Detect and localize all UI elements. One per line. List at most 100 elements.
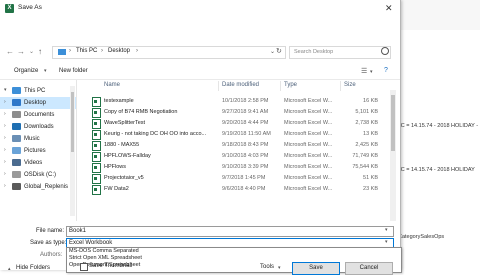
file-type: Microsoft Excel W...: [284, 175, 333, 181]
sidebar-item-downloads[interactable]: › Downloads: [0, 121, 76, 133]
expand-chevron-icon[interactable]: ›: [4, 135, 6, 141]
close-icon[interactable]: ✕: [385, 3, 393, 14]
file-size: 75,544 KB: [352, 164, 378, 170]
column-divider[interactable]: [218, 81, 219, 91]
file-date: 9/6/2018 4:40 PM: [222, 186, 266, 192]
column-header-size[interactable]: Size: [344, 82, 356, 88]
address-segment-this-pc[interactable]: This PC: [76, 48, 97, 54]
hide-folders-chevron-icon[interactable]: ▴: [8, 266, 11, 272]
expand-chevron-icon[interactable]: ▾: [4, 87, 7, 93]
expand-chevron-icon[interactable]: ›: [4, 123, 6, 129]
excel-file-icon: [92, 141, 101, 151]
documents-icon: [12, 111, 21, 118]
authors-label: Authors:: [40, 252, 63, 258]
column-header-type[interactable]: Type: [284, 82, 297, 88]
address-segment-desktop[interactable]: Desktop: [108, 48, 130, 54]
expand-chevron-icon[interactable]: ›: [4, 111, 6, 117]
file-name: FW Data2: [104, 186, 129, 192]
sidebar-item-label: Downloads: [24, 124, 54, 130]
expand-chevron-icon[interactable]: ›: [4, 183, 6, 189]
file-name-value[interactable]: Book1: [69, 228, 86, 234]
column-header-date[interactable]: Date modified: [222, 82, 259, 88]
sidebar-item-label: Music: [24, 136, 40, 142]
hide-folders-button[interactable]: Hide Folders: [16, 265, 50, 271]
file-size: 2,425 KB: [355, 142, 378, 148]
column-header-name[interactable]: Name: [104, 82, 120, 88]
search-icon: [381, 47, 389, 55]
address-dropdown-icon[interactable]: ⌄: [270, 48, 275, 55]
sidebar-item-label: This PC: [24, 88, 46, 94]
view-chevron-icon[interactable]: ▾: [370, 69, 373, 75]
column-divider[interactable]: [340, 81, 341, 91]
expand-chevron-icon[interactable]: ›: [4, 159, 6, 165]
view-options-icon[interactable]: ☰: [361, 67, 367, 75]
sidebar-item-music[interactable]: › Music: [0, 133, 76, 145]
file-date: 9/10/2018 3:39 PM: [222, 164, 269, 170]
sidebar-item-desktop[interactable]: › Desktop: [0, 97, 76, 109]
file-name-label: File name:: [36, 228, 65, 234]
sidebar-item-label: Videos: [24, 160, 43, 166]
expand-chevron-icon[interactable]: ›: [4, 147, 6, 153]
downloads-icon: [12, 123, 21, 130]
organize-chevron-icon: ▾: [44, 68, 47, 74]
forward-arrow-icon[interactable]: →: [17, 47, 25, 56]
sidebar-item-global-replenis[interactable]: › Global_Replenis: [0, 181, 76, 193]
back-arrow-icon[interactable]: ←: [6, 47, 14, 56]
search-input[interactable]: Search Desktop: [294, 49, 333, 55]
save-as-type-value[interactable]: Excel Workbook: [69, 240, 112, 246]
up-arrow-icon[interactable]: ↑: [38, 47, 42, 56]
dropdown-option[interactable]: Strict Open XML Spreadsheet: [66, 255, 403, 262]
refresh-icon[interactable]: ↻: [276, 47, 282, 55]
excel-file-icon: [92, 119, 101, 129]
file-name: Copy of B74 RMB Negotiation: [104, 109, 178, 115]
file-name-dropdown-icon[interactable]: ▾: [385, 227, 388, 233]
file-size: 13 KB: [363, 131, 378, 137]
file-name: HPFlows: [104, 164, 127, 170]
recent-chevron-icon[interactable]: ⌄: [29, 48, 34, 55]
file-date: 9/7/2018 1:45 PM: [222, 175, 266, 181]
file-name: WaveSplitterTest: [104, 120, 146, 126]
sidebar-item-documents[interactable]: › Documents: [0, 109, 76, 121]
excel-cell-text: vC = 14.15.74 - 2018 HOLIDAY: [398, 167, 475, 173]
expand-chevron-icon[interactable]: ›: [4, 99, 6, 105]
title-bar: X Save As ✕: [0, 0, 400, 18]
excel-cell-text: CategorySalesOps: [398, 234, 445, 240]
tools-button[interactable]: Tools: [260, 264, 274, 270]
file-name: 1880 - MAX55: [104, 142, 140, 148]
file-name: Keurig - not taking DC OH OO into acco..…: [104, 131, 207, 137]
sidebar-item-pictures[interactable]: › Pictures: [0, 145, 76, 157]
save-thumbnail-label: Save Thumbnail: [89, 263, 133, 269]
dropdown-option[interactable]: MS-DOS Comma Separated: [66, 248, 403, 255]
cancel-button[interactable]: Cancel: [345, 262, 393, 275]
sidebar-item-label: Documents: [24, 112, 55, 118]
organize-button[interactable]: Organize: [14, 68, 38, 74]
file-name-field[interactable]: [66, 226, 394, 237]
sidebar-item-label: Desktop: [24, 100, 47, 106]
save-as-type-dropdown-icon[interactable]: ▾: [385, 239, 388, 245]
column-divider[interactable]: [280, 81, 281, 91]
file-size: 16 KB: [363, 98, 378, 104]
sidebar-item-osdisk[interactable]: › OSDisk (C:): [0, 169, 76, 181]
file-type: Microsoft Excel W...: [284, 153, 333, 159]
file-date: 9/27/2018 9:41 AM: [222, 109, 269, 115]
expand-chevron-icon[interactable]: ›: [4, 171, 6, 177]
sidebar-scroll-thumb[interactable]: [71, 92, 74, 152]
sidebar-item-videos[interactable]: › Videos: [0, 157, 76, 169]
file-name: Projectotaior_v5: [104, 175, 144, 181]
help-icon[interactable]: ?: [384, 67, 388, 74]
save-button[interactable]: Save: [292, 262, 340, 275]
file-type: Microsoft Excel W...: [284, 109, 333, 115]
file-size: 5,101 KB: [355, 109, 378, 115]
tools-chevron-icon[interactable]: ▾: [278, 265, 281, 271]
sidebar-item-label: Global_Replenis: [24, 184, 69, 190]
sidebar-item-this-pc[interactable]: ▾ This PC: [0, 85, 76, 97]
file-type: Microsoft Excel W...: [284, 186, 333, 192]
new-folder-button[interactable]: New folder: [59, 68, 88, 74]
sidebar-item-label: Pictures: [24, 148, 46, 154]
excel-file-icon: [92, 97, 101, 107]
file-date: 9/20/2018 4:44 PM: [222, 120, 269, 126]
file-list-scroll-thumb[interactable]: [391, 95, 395, 151]
file-type: Microsoft Excel W...: [284, 142, 333, 148]
file-name: HPFLOWS-Fallday: [104, 153, 151, 159]
save-as-type-label: Save as type:: [30, 240, 67, 246]
